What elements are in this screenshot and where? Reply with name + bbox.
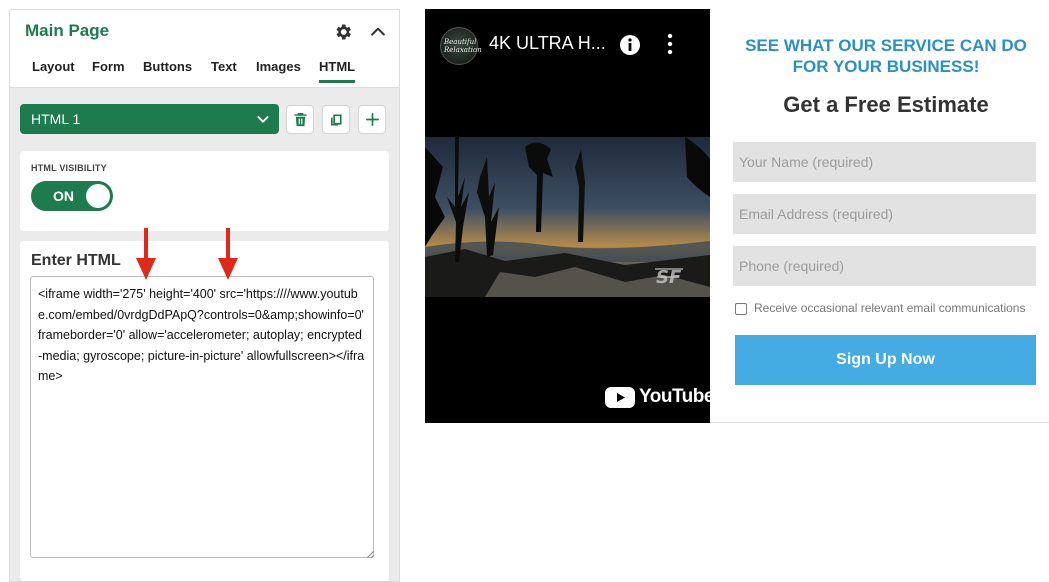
visibility-toggle[interactable]: ON [31, 181, 113, 211]
arrow-down-icon [136, 228, 156, 280]
panel-title: Main Page [25, 21, 110, 40]
estimate-form: SEE WHAT OUR SERVICE CAN DO FOR YOUR BUS… [710, 9, 1049, 423]
youtube-play-icon [605, 387, 635, 408]
consent-checkbox[interactable] [735, 303, 747, 315]
tab-images[interactable]: Images [256, 59, 301, 74]
trash-icon [294, 112, 307, 127]
tab-text[interactable]: Text [211, 59, 237, 74]
html-editor-card: Enter HTML <iframe width='275' height='4… [20, 241, 389, 581]
delete-button[interactable] [286, 105, 314, 134]
html-block-select-value: HTML 1 [31, 111, 81, 127]
watermark-text: SF [656, 267, 682, 288]
copy-icon [330, 114, 342, 126]
html-code-textarea[interactable]: <iframe width='275' height='400' src='ht… [30, 276, 374, 558]
tab-html[interactable]: HTML [319, 59, 356, 83]
channel-logo-text: Beautiful Relaxation [444, 38, 482, 54]
tab-buttons[interactable]: Buttons [143, 59, 192, 74]
video-thumbnail[interactable]: SF [425, 137, 710, 297]
sign-up-button[interactable]: Sign Up Now [735, 335, 1036, 385]
video-title[interactable]: 4K ULTRA H... [489, 33, 606, 54]
email-input[interactable] [733, 194, 1036, 234]
form-subheading: Get a Free Estimate [783, 92, 989, 117]
tab-layout[interactable]: Layout [32, 59, 75, 74]
youtube-wordmark: YouTube [639, 386, 714, 407]
landscape-image: SF [425, 137, 710, 297]
plus-icon [366, 113, 379, 126]
arrow-down-icon [218, 228, 238, 280]
chevron-down-icon [257, 116, 269, 123]
visibility-card: HTML VISIBILITY ON [20, 151, 389, 231]
name-input[interactable] [733, 142, 1036, 182]
panel-header: Main Page Layout Form Buttons Text Image… [10, 10, 399, 88]
channel-logo[interactable]: Beautiful Relaxation [440, 27, 482, 65]
consent-label: Receive occasional relevant email commun… [754, 301, 1026, 315]
editor-panel: Main Page Layout Form Buttons Text Image… [9, 9, 400, 582]
youtube-logo[interactable]: YouTube [605, 386, 714, 410]
resize-handle-icon[interactable] [366, 550, 374, 558]
html-block-select[interactable]: HTML 1 [20, 104, 279, 134]
info-icon[interactable] [619, 34, 641, 56]
form-heading-text: SEE WHAT OUR SERVICE CAN DO FOR YOUR BUS… [745, 36, 1027, 76]
form-heading: SEE WHAT OUR SERVICE CAN DO FOR YOUR BUS… [710, 35, 1049, 77]
visibility-toggle-state: ON [53, 188, 74, 204]
gear-icon[interactable] [333, 22, 353, 42]
tab-form[interactable]: Form [92, 59, 125, 74]
chevron-up-icon[interactable] [368, 22, 388, 42]
add-button[interactable] [358, 105, 386, 134]
more-vertical-icon[interactable] [667, 33, 673, 55]
toggle-knob [86, 184, 110, 208]
youtube-embed[interactable]: Beautiful Relaxation 4K ULTRA H... SF Yo… [425, 9, 714, 423]
phone-input[interactable] [733, 246, 1036, 286]
visibility-label: HTML VISIBILITY [31, 163, 107, 173]
html-editor-title: Enter HTML [31, 252, 121, 269]
duplicate-button[interactable] [322, 105, 350, 134]
